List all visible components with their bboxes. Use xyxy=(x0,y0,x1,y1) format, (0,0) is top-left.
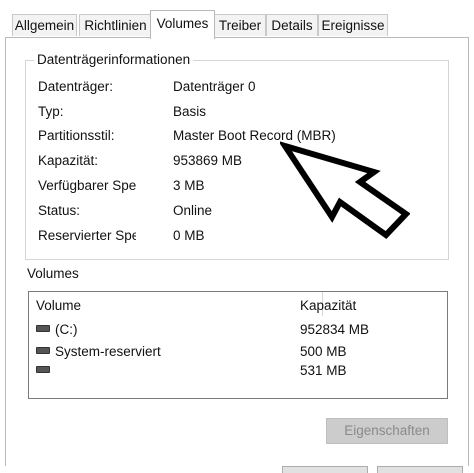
volume-column-header[interactable]: Volume xyxy=(36,298,81,313)
volumes-list[interactable]: Volume Kapazität (C:) 952834 MB System-r… xyxy=(28,291,448,399)
tab-treiber[interactable]: Treiber xyxy=(214,14,266,36)
disk-info-title: Datenträgerinformationen xyxy=(34,52,194,67)
capacity-value: 953869 MB xyxy=(173,153,243,168)
status-label: Status: xyxy=(38,203,81,218)
disk-value: Datenträger 0 xyxy=(173,79,256,94)
volume-capacity: 952834 MB xyxy=(300,322,370,337)
volume-row-c[interactable]: (C:) xyxy=(36,322,78,337)
free-space-label: Verfügbarer Speicher: xyxy=(38,178,136,193)
dialog-button-right[interactable] xyxy=(377,466,463,473)
pointer-arrow-icon xyxy=(280,141,410,239)
tab-ereignisse[interactable]: Ereignisse xyxy=(318,14,388,36)
tab-richtlinien[interactable]: Richtlinien xyxy=(79,14,152,36)
volume-name: (C:) xyxy=(55,322,78,337)
reserved-value: 0 MB xyxy=(173,228,205,243)
tab-bar: Allgemein Richtlinien Volumes Treiber De… xyxy=(0,0,474,39)
dialog-button-left[interactable] xyxy=(282,466,368,473)
volume-row-unnamed[interactable] xyxy=(36,363,55,378)
free-space-value: 3 MB xyxy=(173,178,205,193)
drive-icon xyxy=(36,365,50,373)
tab-volumes[interactable]: Volumes xyxy=(150,10,215,39)
capacity-column-header[interactable]: Kapazität xyxy=(300,298,356,313)
volume-row-system-reserved[interactable]: System-reserviert xyxy=(36,344,161,359)
tab-allgemein[interactable]: Allgemein xyxy=(12,14,77,36)
partition-style-label: Partitionsstil: xyxy=(38,128,115,143)
drive-icon xyxy=(36,324,50,332)
volume-capacity: 531 MB xyxy=(300,363,347,378)
type-label: Typ: xyxy=(38,104,64,119)
disk-label: Datenträger: xyxy=(38,79,114,94)
type-value: Basis xyxy=(173,104,207,119)
volume-name: System-reserviert xyxy=(55,344,161,359)
volumes-title: Volumes xyxy=(27,266,79,281)
properties-button[interactable]: Eigenschaften xyxy=(326,418,448,444)
reserved-label: Reservierter Speicher: xyxy=(38,228,136,243)
drive-icon xyxy=(36,346,50,354)
status-value: Online xyxy=(173,203,213,218)
volume-capacity: 500 MB xyxy=(300,344,347,359)
capacity-label: Kapazität: xyxy=(38,153,99,168)
tab-details[interactable]: Details xyxy=(266,14,318,36)
